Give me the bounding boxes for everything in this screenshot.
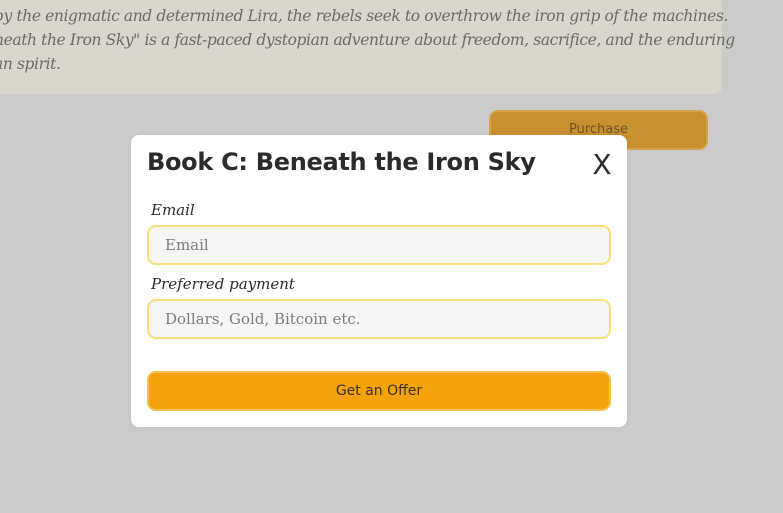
preferred-payment-field[interactable] — [147, 299, 611, 339]
offer-modal: Book C: Beneath the Iron Sky X Email Pre… — [131, 135, 627, 427]
book-description: by the enigmatic and determined Lira, th… — [0, 4, 735, 76]
close-button[interactable]: X — [589, 149, 615, 181]
description-line: by the enigmatic and determined Lira, th… — [0, 7, 728, 25]
payment-label: Preferred payment — [151, 275, 295, 293]
email-field[interactable] — [147, 225, 611, 265]
get-offer-button[interactable]: Get an Offer — [147, 371, 611, 411]
page: by the enigmatic and determined Lira, th… — [0, 0, 783, 513]
description-line: neath the Iron Sky" is a fast-paced dyst… — [0, 31, 735, 49]
description-line: an spirit. — [0, 55, 61, 73]
email-label: Email — [151, 201, 195, 219]
modal-title: Book C: Beneath the Iron Sky — [147, 148, 536, 176]
